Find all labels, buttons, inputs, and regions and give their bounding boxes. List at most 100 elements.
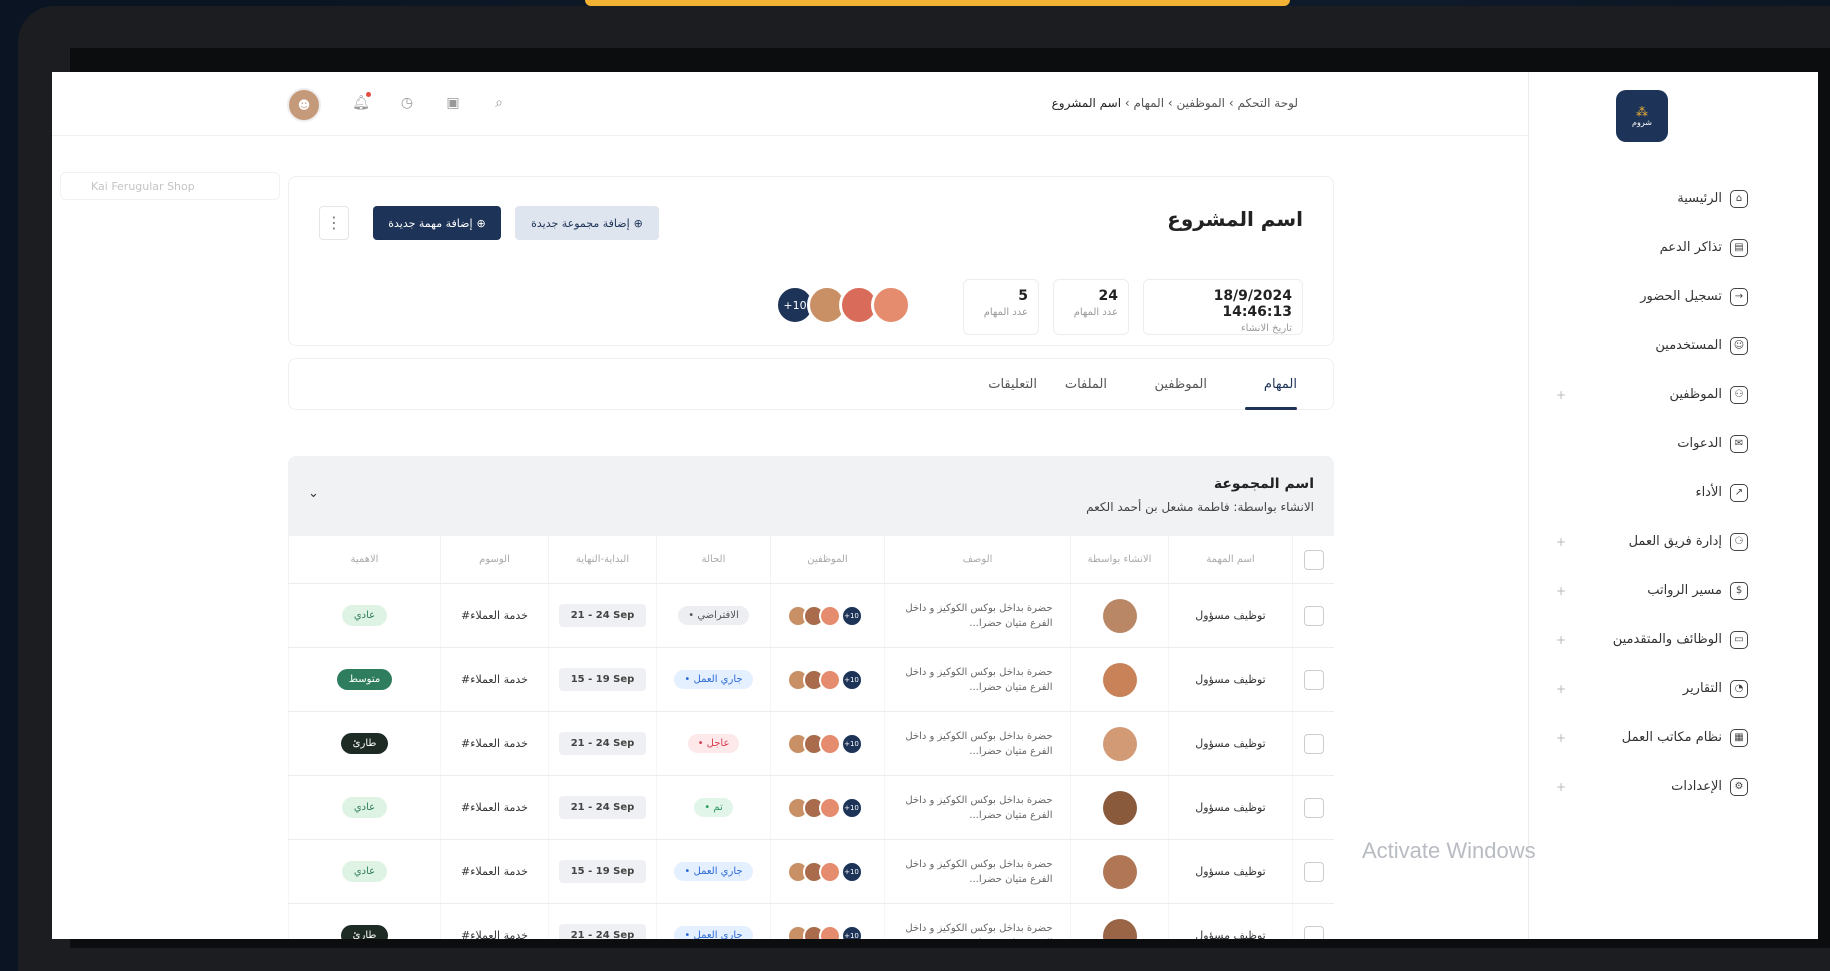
employees-cell[interactable]: +10 — [770, 904, 884, 939]
status-cell[interactable]: • جاري العمل — [656, 840, 770, 903]
sidebar-item-users[interactable]: المستخدمين ☺ — [1528, 321, 1818, 370]
task-name[interactable]: توظيف مسؤول — [1168, 712, 1292, 775]
column-header-dates[interactable]: البداية-النهاية — [548, 536, 656, 583]
checkbox[interactable] — [1303, 861, 1324, 882]
table-row[interactable]: توظيف مسؤول حضرة بداخل بوكس الكوكيز و دا… — [288, 648, 1334, 712]
status-badge[interactable]: • جاري العمل — [674, 670, 753, 689]
priority-cell[interactable]: طارئ — [288, 904, 440, 939]
expand-plus-icon[interactable]: + — [1556, 584, 1566, 598]
breadcrumb-employees[interactable]: الموظفين — [1177, 96, 1226, 110]
expand-plus-icon[interactable]: + — [1556, 388, 1566, 402]
column-header-tags[interactable]: الوسوم — [440, 536, 548, 583]
priority-cell[interactable]: عادي — [288, 776, 440, 839]
status-badge[interactable]: • الافتراضي — [678, 606, 749, 625]
chevron-down-icon[interactable]: ⌄ — [308, 486, 319, 501]
status-cell[interactable]: • جاري العمل — [656, 904, 770, 939]
team-avatars[interactable]: +10 — [775, 285, 911, 325]
row-select[interactable] — [1292, 776, 1334, 839]
search-icon[interactable]: ⌕ — [490, 94, 508, 112]
task-group-header[interactable]: اسم المجموعة الانشاء بواسطة: فاطمة مشعل … — [288, 456, 1334, 536]
tab-comments[interactable]: التعليقات — [988, 377, 1037, 392]
priority-cell[interactable]: متوسط — [288, 648, 440, 711]
column-header-description[interactable]: الوصف — [884, 536, 1070, 583]
search-chip[interactable]: Kai Ferugular Shop — [60, 172, 280, 200]
table-row[interactable]: توظيف مسؤول حضرة بداخل بوكس الكوكيز و دا… — [288, 584, 1334, 648]
checkbox[interactable] — [1303, 797, 1324, 818]
task-name[interactable]: توظيف مسؤول — [1168, 584, 1292, 647]
add-task-button[interactable]: إضافة مهمة جديدة ⊕ — [373, 206, 501, 240]
app-logo[interactable]: ⁂ شروم — [1616, 90, 1668, 142]
breadcrumb-tasks[interactable]: المهام — [1134, 96, 1165, 110]
task-name[interactable]: توظيف مسؤول — [1168, 776, 1292, 839]
sidebar-item-performance[interactable]: الأداء ↗ — [1528, 468, 1818, 517]
more-options-button[interactable]: ⋮ — [319, 206, 349, 240]
row-select[interactable] — [1292, 840, 1334, 903]
tab-files[interactable]: الملفات — [1065, 377, 1107, 392]
table-row[interactable]: توظيف مسؤول حضرة بداخل بوكس الكوكيز و دا… — [288, 712, 1334, 776]
priority-cell[interactable]: عادي — [288, 840, 440, 903]
checkbox[interactable] — [1303, 925, 1324, 939]
priority-badge[interactable]: طارئ — [340, 925, 389, 939]
table-row[interactable]: توظيف مسؤول حضرة بداخل بوكس الكوكيز و دا… — [288, 776, 1334, 840]
expand-plus-icon[interactable]: + — [1556, 535, 1566, 549]
status-badge[interactable]: • تم — [694, 798, 733, 817]
row-select[interactable] — [1292, 648, 1334, 711]
priority-badge[interactable]: طارئ — [340, 733, 389, 754]
table-row[interactable]: توظيف مسؤول حضرة بداخل بوكس الكوكيز و دا… — [288, 840, 1334, 904]
priority-badge[interactable]: عادي — [341, 797, 388, 818]
employees-cell[interactable]: +10 — [770, 712, 884, 775]
sidebar-item-team-management[interactable]: + إدارة فريق العمل ⚆ — [1528, 517, 1818, 566]
bell-icon[interactable]: 🔔︎ — [352, 92, 371, 112]
tab-employees[interactable]: الموظفين — [1154, 377, 1207, 392]
task-name[interactable]: توظيف مسؤول — [1168, 904, 1292, 939]
status-badge[interactable]: • عاجل — [687, 734, 740, 753]
expand-plus-icon[interactable]: + — [1556, 633, 1566, 647]
sidebar-item-invitations[interactable]: الدعوات ✉ — [1528, 419, 1818, 468]
status-badge[interactable]: • جاري العمل — [674, 926, 753, 939]
calendar-icon[interactable]: ▣ — [444, 94, 462, 112]
row-select[interactable] — [1292, 904, 1334, 939]
user-avatar[interactable]: ☻ — [287, 88, 321, 122]
sidebar-item-support-tickets[interactable]: تذاكر الدعم ▤ — [1528, 223, 1818, 272]
sidebar-item-attendance[interactable]: تسجيل الحضور → — [1528, 272, 1818, 321]
column-header-name[interactable]: اسم المهمة — [1168, 536, 1292, 583]
sidebar-item-home[interactable]: الرئيسية ⌂ — [1528, 174, 1818, 223]
row-select[interactable] — [1292, 584, 1334, 647]
header-select-all[interactable] — [1292, 536, 1334, 583]
row-select[interactable] — [1292, 712, 1334, 775]
priority-cell[interactable]: عادي — [288, 584, 440, 647]
sidebar-item-employees[interactable]: + الموظفين ⚇ — [1528, 370, 1818, 419]
expand-plus-icon[interactable]: + — [1556, 682, 1566, 696]
priority-badge[interactable]: عادي — [341, 605, 388, 626]
employees-cell[interactable]: +10 — [770, 776, 884, 839]
priority-badge[interactable]: متوسط — [336, 669, 393, 690]
sidebar-item-settings[interactable]: + الإعدادات ⚙ — [1528, 762, 1818, 811]
priority-cell[interactable]: طارئ — [288, 712, 440, 775]
sidebar-item-jobs[interactable]: + الوظائف والمتقدمين ▭ — [1528, 615, 1818, 664]
sidebar-item-labor-offices[interactable]: + نظام مكاتب العمل ▦ — [1528, 713, 1818, 762]
column-header-employees[interactable]: الموظفين — [770, 536, 884, 583]
status-badge[interactable]: • جاري العمل — [674, 862, 753, 881]
status-cell[interactable]: • جاري العمل — [656, 648, 770, 711]
column-header-priority[interactable]: الاهمية — [288, 536, 440, 583]
task-name[interactable]: توظيف مسؤول — [1168, 648, 1292, 711]
employees-cell[interactable]: +10 — [770, 584, 884, 647]
status-cell[interactable]: • تم — [656, 776, 770, 839]
employees-cell[interactable]: +10 — [770, 648, 884, 711]
column-header-created-by[interactable]: الانشاء بواسطة — [1070, 536, 1168, 583]
checkbox[interactable] — [1303, 733, 1324, 754]
employees-cell[interactable]: +10 — [770, 840, 884, 903]
checkbox[interactable] — [1303, 605, 1324, 626]
column-header-status[interactable]: الحالة — [656, 536, 770, 583]
tab-tasks[interactable]: المهام — [1264, 377, 1297, 392]
clock-icon[interactable]: ◷ — [398, 94, 416, 112]
expand-plus-icon[interactable]: + — [1556, 731, 1566, 745]
task-name[interactable]: توظيف مسؤول — [1168, 840, 1292, 903]
priority-badge[interactable]: عادي — [341, 861, 388, 882]
sidebar-item-reports[interactable]: + التقارير ◔ — [1528, 664, 1818, 713]
add-group-button[interactable]: إضافة مجموعة جديدة ⊕ — [515, 206, 659, 240]
sidebar-item-payroll[interactable]: + مسير الرواتب $ — [1528, 566, 1818, 615]
status-cell[interactable]: • الافتراضي — [656, 584, 770, 647]
checkbox[interactable] — [1303, 549, 1324, 570]
breadcrumb-dashboard[interactable]: لوحة التحكم — [1238, 96, 1299, 110]
